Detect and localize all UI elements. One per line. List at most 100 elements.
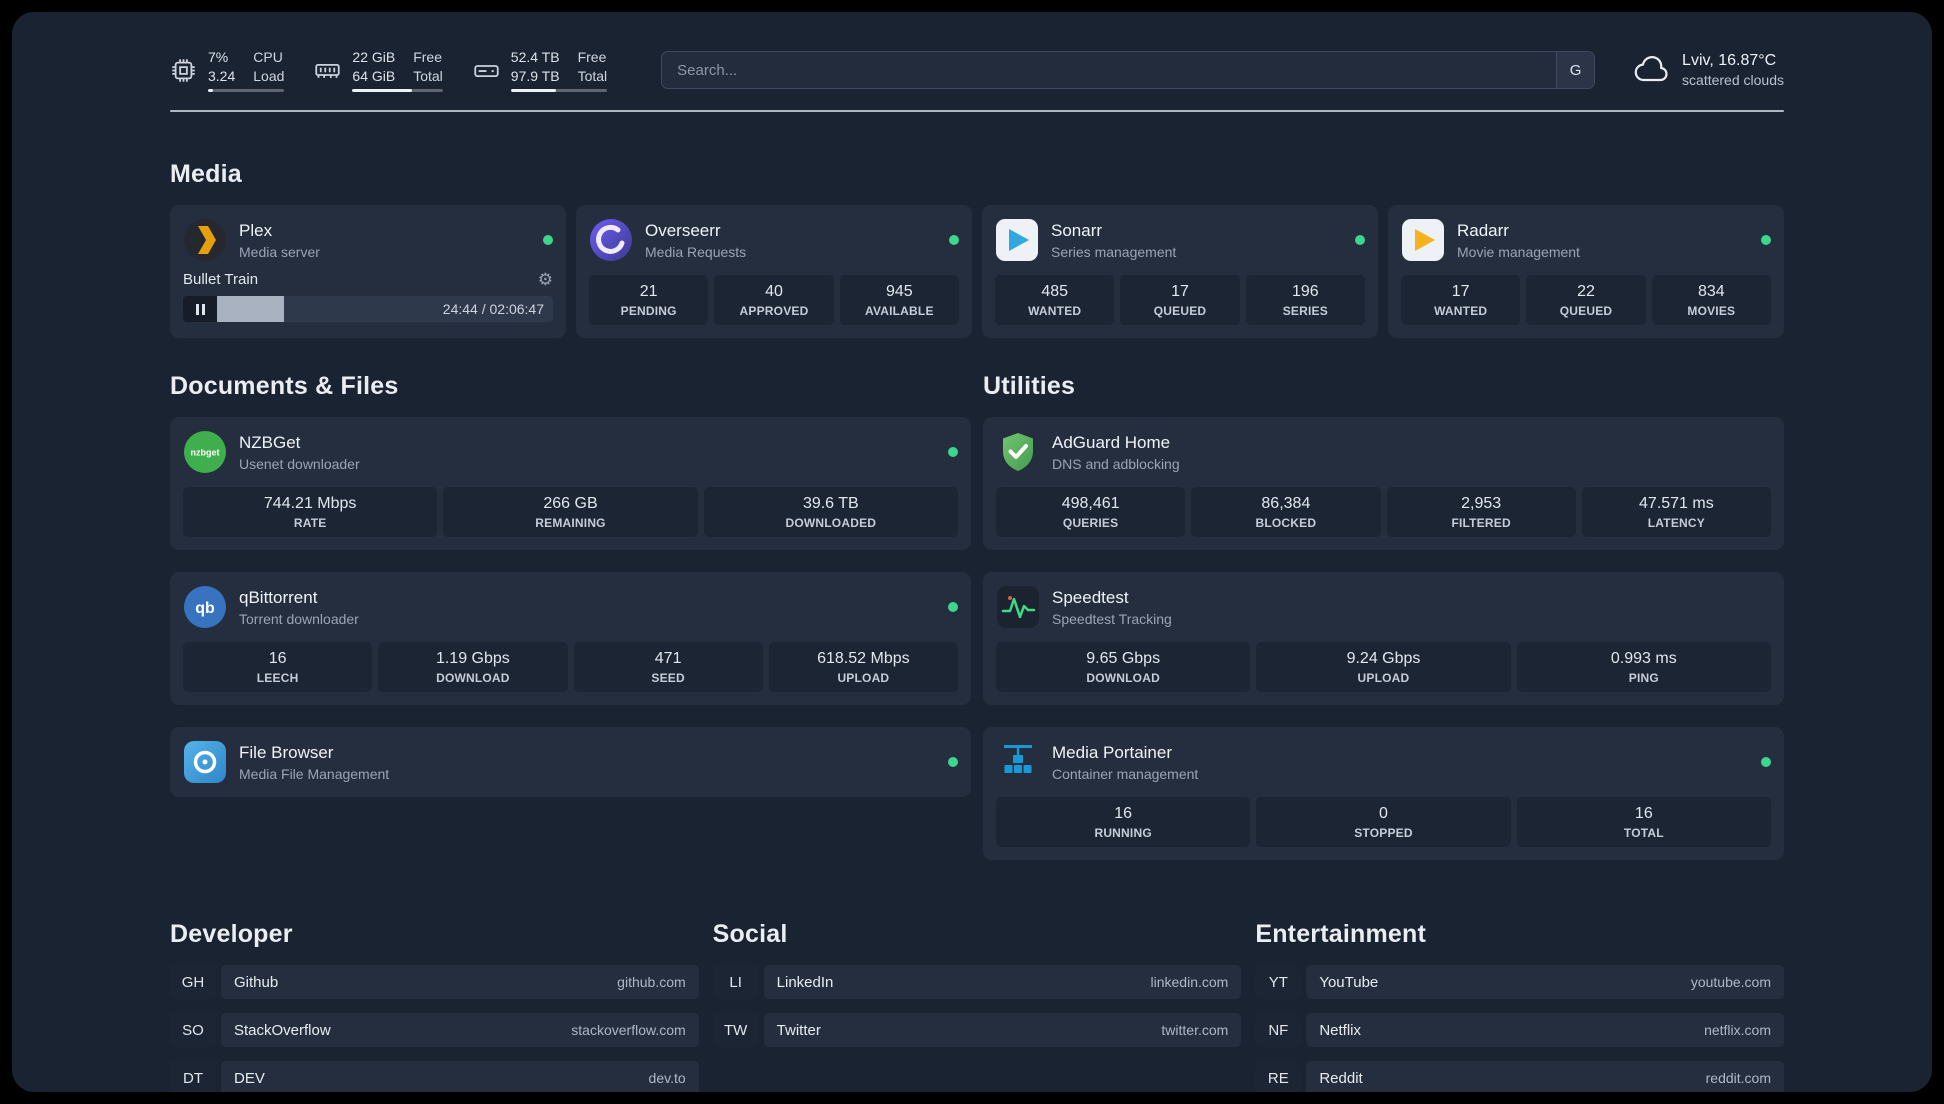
bookmark-reddit[interactable]: RE Reddit reddit.com [1255,1061,1784,1092]
bookmark-domain: github.com [617,974,686,990]
section-title-documents: Documents & Files [170,372,399,400]
bookmark-dev[interactable]: DT DEV dev.to [170,1061,699,1092]
section-documents: Documents & Files nzbget NZBGet Usenet d… [170,372,971,860]
nzbget-icon: nzbget [184,431,226,473]
stat-seed: 471 SEED [573,642,763,692]
disk-free-value: 52.4 TB [510,48,560,65]
service-card-sonarr[interactable]: Sonarr Series management 485 WANTED 17 Q… [982,205,1378,338]
search-provider-button[interactable]: G [1556,52,1595,88]
section-media: Media Plex Media server Bullet Train ⚙ 2… [170,160,1784,338]
section-title-developer: Developer [170,920,293,948]
status-dot [948,757,958,767]
section-utilities: Utilities AdGuard Home DNS and adblockin… [983,372,1784,860]
bookmark-linkedin[interactable]: LI LinkedIn linkedin.com [712,965,1242,999]
bookmark-abbr: YT [1255,965,1302,999]
stat-pending: 21 PENDING [589,275,709,325]
bookmark-name: Netflix [1319,1021,1362,1039]
service-description: Media Requests [645,243,747,260]
bookmark-group-entertainment: Entertainment YT YouTube youtube.com NF … [1255,920,1784,1092]
pause-button[interactable] [183,296,217,322]
bookmark-twitter[interactable]: TW Twitter twitter.com [712,1013,1242,1047]
cpu-usage-bar-fill [208,89,214,93]
service-card-portainer[interactable]: Media Portainer Container management 16 … [983,727,1784,860]
bookmark-netflix[interactable]: NF Netflix netflix.com [1255,1013,1784,1047]
service-card-qbittorrent[interactable]: qb qBittorrent Torrent downloader 16 LEE… [170,572,971,705]
bookmark-abbr: DT [170,1061,216,1092]
stat-label: MOVIES [1687,304,1736,318]
disk-usage-bar [510,89,608,93]
service-description: Speedtest Tracking [1052,610,1172,627]
service-description: Media server [239,243,320,260]
stat-value: 266 GB [543,495,598,512]
playback-progress-bar[interactable]: 24:44 / 02:06:47 [217,296,553,322]
sonarr-icon [996,219,1038,261]
stat-label: PENDING [620,304,677,318]
section-title-social: Social [712,920,788,948]
stat-remaining: 266 GB REMAINING [443,487,698,537]
stat-movies: 834 MOVIES [1651,275,1771,325]
bookmark-youtube[interactable]: YT YouTube youtube.com [1255,965,1784,999]
service-description: Torrent downloader [239,610,359,627]
service-name: Plex [239,220,273,240]
status-dot [543,235,553,245]
speedtest-icon [997,586,1039,628]
stat-download: 9.65 Gbps DOWNLOAD [996,642,1251,692]
disk-label-top: Free [577,48,607,65]
stat-label: SEED [651,671,685,685]
service-name: Radarr [1457,220,1509,240]
stat-stopped: 0 STOPPED [1256,797,1511,847]
bookmark-domain: youtube.com [1690,974,1771,990]
stat-label: DOWNLOAD [1086,671,1160,685]
stat-value: 2,953 [1461,495,1502,512]
bookmark-stackoverflow[interactable]: SO StackOverflow stackoverflow.com [170,1013,699,1047]
cpu-usage-value: 7% [208,48,229,65]
memory-label-bottom: Total [413,67,443,84]
memory-label-top: Free [413,48,443,65]
service-name: File Browser [239,742,334,762]
service-card-speedtest[interactable]: Speedtest Speedtest Tracking 9.65 Gbps D… [983,572,1784,705]
stat-upload: 9.24 Gbps UPLOAD [1256,642,1511,692]
service-card-overseerr[interactable]: Overseerr Media Requests 21 PENDING 40 A… [576,205,972,338]
search-input[interactable] [661,51,1596,89]
service-card-adguard[interactable]: AdGuard Home DNS and adblocking 498,461 … [983,417,1784,550]
stat-label: APPROVED [739,304,809,318]
search-bar: G [661,51,1596,89]
disk-icon [474,64,499,77]
stat-value: 17 [1171,283,1189,300]
gear-icon[interactable]: ⚙ [538,271,553,288]
stat-value: 47.571 ms [1639,495,1714,512]
memory-usage-bar-fill [352,89,413,93]
bookmark-name: Reddit [1319,1069,1363,1087]
top-bar: 7% 3.24 CPU Load 22 GiB 64 GiB Free Tota… [170,46,1784,94]
stat-label: TOTAL [1623,826,1664,840]
status-dot [948,602,958,612]
status-dot [1355,235,1365,245]
playback-progress-fill [217,296,285,322]
bookmark-name: DEV [234,1069,265,1087]
service-card-filebrowser[interactable]: File Browser Media File Management [170,727,971,797]
bookmark-group-developer: Developer GH Github github.com SO StackO… [170,920,699,1092]
bookmark-domain: dev.to [648,1070,686,1086]
service-card-nzbget[interactable]: nzbget NZBGet Usenet downloader 744.21 M… [170,417,971,550]
adguard-icon [1003,433,1033,471]
service-card-plex[interactable]: Plex Media server Bullet Train ⚙ 24:44 /… [170,205,566,338]
bookmark-domain: twitter.com [1161,1022,1229,1038]
cpu-load-value: 3.24 [208,67,236,84]
status-dot [948,447,958,457]
stat-label: SERIES [1282,304,1328,318]
now-playing-title: Bullet Train [183,271,259,288]
bookmark-abbr: NF [1255,1013,1302,1047]
service-description: Container management [1052,765,1199,782]
qbittorrent-icon: qb [184,586,226,628]
stat-label: FILTERED [1451,516,1511,530]
stat-label: LEECH [256,671,299,685]
memory-usage-bar [352,89,443,93]
stat-value: 0 [1379,805,1388,822]
bookmark-github[interactable]: GH Github github.com [170,965,699,999]
stat-wanted: 17 WANTED [1401,275,1521,325]
section-title-media: Media [170,160,242,188]
bookmark-abbr: RE [1255,1061,1302,1092]
service-card-radarr[interactable]: Radarr Movie management 17 WANTED 22 QUE… [1388,205,1784,338]
disk-usage-bar-fill [510,89,557,93]
stat-value: 17 [1451,283,1470,300]
